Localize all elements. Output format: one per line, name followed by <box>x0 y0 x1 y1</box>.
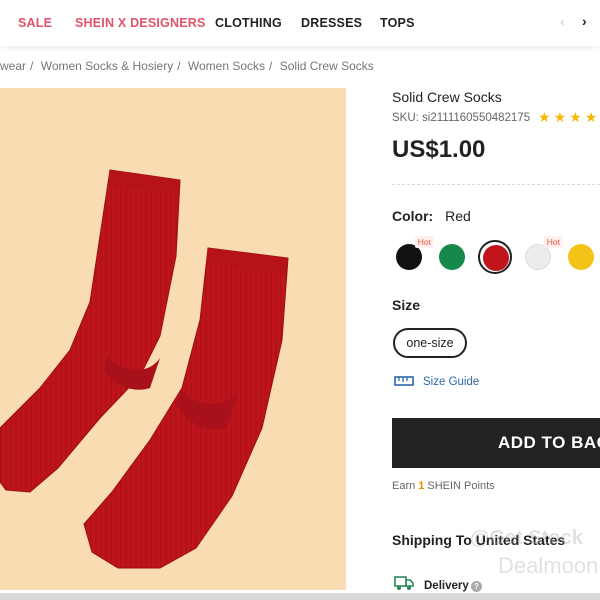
nav-item-sale[interactable]: SALE <box>18 16 52 30</box>
swatch-color <box>439 244 465 270</box>
points-value: 1 <box>418 480 425 492</box>
star-icon: ★ <box>553 109 570 125</box>
add-to-bag-button[interactable]: ADD TO BAG <box>392 418 600 468</box>
shipping-title: Shipping To United States <box>392 532 566 548</box>
breadcrumb-current: Solid Crew Socks <box>279 59 374 73</box>
points-info: Earn 1 SHEIN Points <box>392 480 495 492</box>
nav-item-tops[interactable]: TOPS <box>380 16 415 30</box>
star-icon: ★ <box>569 109 585 125</box>
swatch-color <box>568 244 594 270</box>
divider <box>392 184 600 185</box>
size-option-one-size[interactable]: one-size <box>393 328 467 358</box>
star-icon: ★ <box>584 109 600 125</box>
window-scrollbar[interactable] <box>0 593 600 600</box>
swatch-color <box>483 245 509 271</box>
swatch-yellow[interactable] <box>564 240 598 274</box>
socks-illustration <box>0 169 289 569</box>
nav-item-dresses[interactable]: DRESSES <box>301 16 362 30</box>
nav-item-shein-x-designers[interactable]: SHEIN X DESIGNERS <box>75 16 206 30</box>
star-icon: ★ <box>538 109 554 125</box>
color-row: Color: Red <box>392 208 471 224</box>
hot-badge: Hot <box>414 236 434 248</box>
color-label: Color: <box>392 208 434 224</box>
size-label: Size <box>392 297 421 313</box>
hot-badge: Hot <box>543 236 563 248</box>
size-guide-label: Size Guide <box>423 376 480 388</box>
chevron-left-icon[interactable]: ‹ <box>560 13 565 29</box>
nav-item-clothing[interactable]: CLOTHING <box>215 16 282 30</box>
rating-stars[interactable]: ★★★★ <box>538 109 600 126</box>
breadcrumb-separator: / <box>30 59 34 73</box>
product-title: Solid Crew Socks <box>392 89 502 105</box>
breadcrumb-separator: / <box>269 59 273 73</box>
breadcrumb-item[interactable]: Women Socks <box>188 59 265 73</box>
swatch-red-selected[interactable] <box>478 240 512 274</box>
watermark: Dealmoon <box>498 553 599 578</box>
top-nav: SALE SHEIN X DESIGNERS CLOTHING DRESSES … <box>0 0 600 46</box>
truck-icon <box>394 576 414 590</box>
product-page: SALE SHEIN X DESIGNERS CLOTHING DRESSES … <box>0 0 600 600</box>
product-sku: SKU: si2111160550482175 <box>392 112 531 124</box>
swatch-white[interactable]: Hot <box>521 236 563 274</box>
delivery-label: Delivery <box>424 580 469 592</box>
points-suffix: SHEIN Points <box>427 480 495 492</box>
breadcrumb-separator: / <box>177 59 181 73</box>
points-prefix: Earn <box>392 480 416 492</box>
breadcrumb: wear / Women Socks & Hosiery / Women Socks… <box>0 59 378 73</box>
swatch-black[interactable]: Hot <box>392 236 434 274</box>
ruler-icon <box>394 376 414 386</box>
swatch-green[interactable] <box>435 240 469 274</box>
chevron-right-icon[interactable]: › <box>582 13 587 29</box>
color-value: Red <box>445 208 471 224</box>
breadcrumb-item[interactable]: wear <box>0 59 26 73</box>
breadcrumb-item[interactable]: Women Socks & Hosiery <box>41 59 174 73</box>
product-price: US$1.00 <box>392 136 486 163</box>
product-image[interactable] <box>0 88 346 590</box>
help-icon[interactable]: ? <box>471 581 482 592</box>
